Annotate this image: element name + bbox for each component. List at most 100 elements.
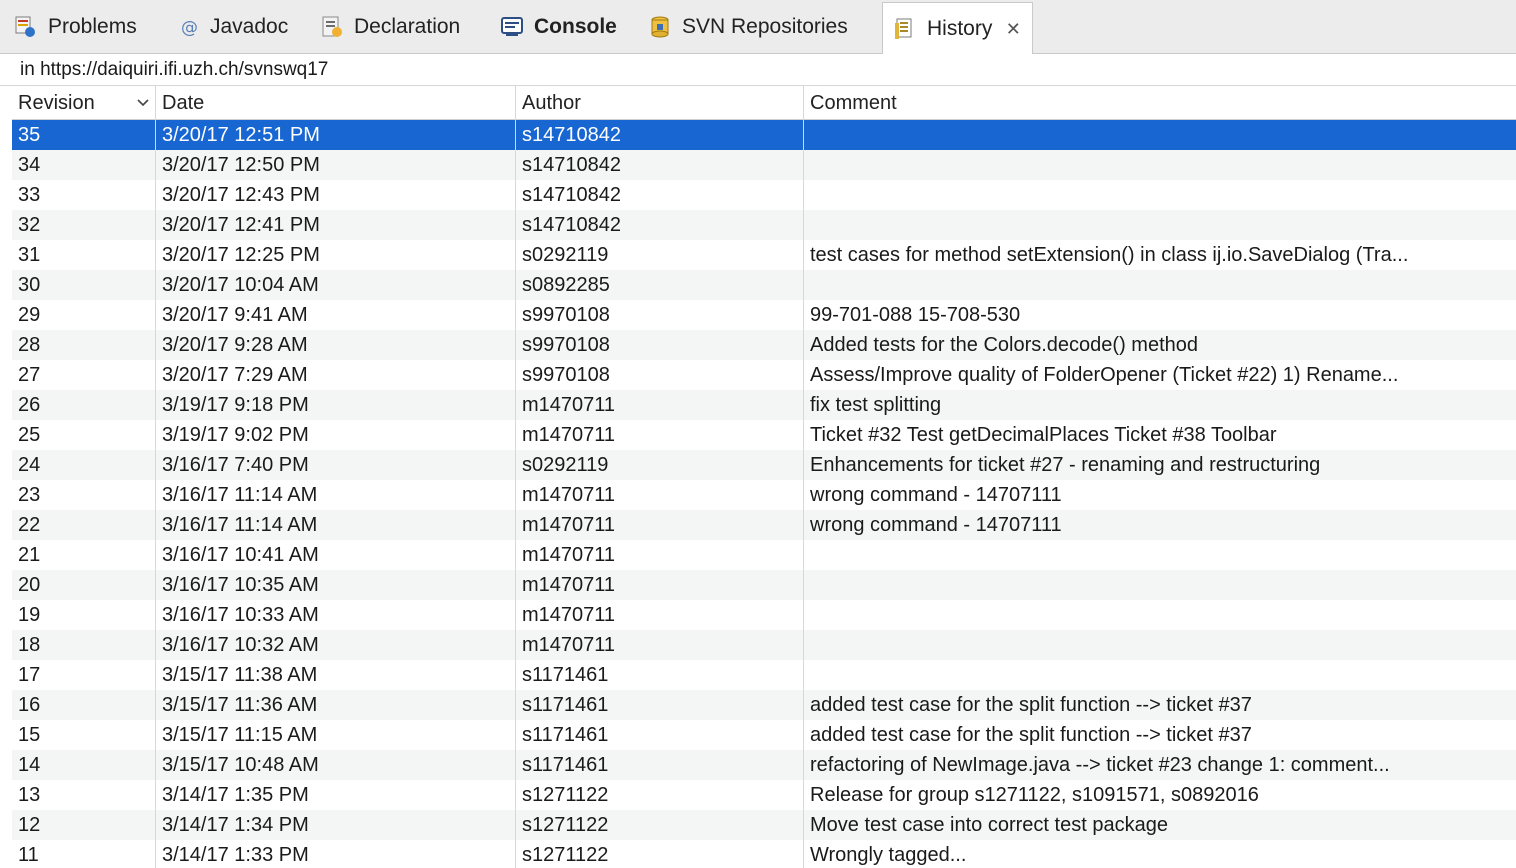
author-cell: s14710842 [516,150,804,180]
comment-cell: fix test splitting [810,394,942,416]
comment-cell [804,660,1516,690]
table-row[interactable]: 28 3/20/17 9:28 AM s9970108 Added tests for… [12,330,1516,360]
date-cell: 3/19/17 9:02 PM [156,420,516,450]
date-cell: 3/16/17 11:14 AM [156,480,516,510]
table-row[interactable]: 30 3/20/17 10:04 AM s0892285 [12,270,1516,300]
column-header-revision[interactable]: Revision [12,86,156,120]
table-row[interactable]: 31 3/20/17 12:25 PM s0292119 test cases for… [12,240,1516,270]
tab-problems[interactable]: Problems [14,8,137,46]
comment-cell: test cases for method setExtension() in … [810,244,1409,266]
revision-cell: 13 [12,780,156,810]
revision-cell: 14 [12,750,156,780]
author-cell: s0292119 [516,450,804,480]
author-cell: s0292119 [516,240,804,270]
date-cell: 3/15/17 11:38 AM [156,660,516,690]
revision-cell: 12 [12,810,156,840]
tab-javadoc[interactable]: @ Javadoc [178,8,288,46]
problems-icon [14,15,38,39]
date-cell: 3/14/17 1:35 PM [156,780,516,810]
author-cell: s1271122 [516,780,804,810]
table-row[interactable]: 23 3/16/17 11:14 AM m1470711 wrong command … [12,480,1516,510]
comment-cell: Move test case into correct test package [810,814,1168,836]
date-cell: 3/20/17 9:28 AM [156,330,516,360]
tab-history-label: History [927,16,993,40]
date-cell: 3/20/17 9:41 AM [156,300,516,330]
repository-location: in https://daiquiri.ifi.uzh.ch/svnswq17 [0,54,1516,86]
table-row[interactable]: 24 3/16/17 7:40 PM s0292119 Enhancements fo… [12,450,1516,480]
comment-cell [804,570,1516,600]
revision-cell: 17 [12,660,156,690]
comment-cell: wrong command - 14707111 [810,514,1062,536]
tab-javadoc-label: Javadoc [210,15,289,38]
table-row[interactable]: 32 3/20/17 12:41 PM s14710842 [12,210,1516,240]
revision-cell: 21 [12,540,156,570]
date-cell: 3/14/17 1:34 PM [156,810,516,840]
author-cell: s1171461 [516,660,804,690]
revision-cell: 32 [12,210,156,240]
close-icon[interactable]: ✕ [1004,20,1022,38]
revision-cell: 23 [12,480,156,510]
svn-repositories-icon [648,15,672,39]
date-cell: 3/16/17 7:40 PM [156,450,516,480]
table-row[interactable]: 27 3/20/17 7:29 AM s9970108 Assess/Improve … [12,360,1516,390]
table-row[interactable]: 16 3/15/17 11:36 AM s1171461 added test cas… [12,690,1516,720]
comment-cell [804,150,1516,180]
table-row[interactable]: 25 3/19/17 9:02 PM m1470711 Ticket #32 Test… [12,420,1516,450]
date-cell: 3/14/17 1:33 PM [156,840,516,868]
author-cell: s14710842 [516,120,804,150]
view-tab-bar: Problems @ Javadoc Declaration Console S… [0,0,1516,54]
tab-console-label: Console [534,15,617,38]
table-row[interactable]: 22 3/16/17 11:14 AM m1470711 wrong command … [12,510,1516,540]
history-table: Revision Date Author Comment 35 3/20/17 1… [12,86,1516,868]
tab-history[interactable]: History ✕ [882,2,1034,54]
table-row[interactable]: 29 3/20/17 9:41 AM s9970108 99-701-088 15-7… [12,300,1516,330]
author-cell: s1171461 [516,690,804,720]
comment-cell [804,180,1516,210]
date-cell: 3/16/17 10:35 AM [156,570,516,600]
tab-svn-repositories[interactable]: SVN Repositories [648,8,848,46]
table-row[interactable]: 34 3/20/17 12:50 PM s14710842 [12,150,1516,180]
table-row[interactable]: 35 3/20/17 12:51 PM s14710842 [12,120,1516,150]
table-row[interactable]: 14 3/15/17 10:48 AM s1171461 refactoring of… [12,750,1516,780]
author-cell: m1470711 [516,390,804,420]
table-row[interactable]: 33 3/20/17 12:43 PM s14710842 [12,180,1516,210]
column-header-author[interactable]: Author [516,86,804,120]
column-header-comment[interactable]: Comment [804,86,1516,120]
revision-cell: 31 [12,240,156,270]
table-row[interactable]: 20 3/16/17 10:35 AM m1470711 [12,570,1516,600]
table-row[interactable]: 26 3/19/17 9:18 PM m1470711 fix test splitt… [12,390,1516,420]
author-cell: s1271122 [516,840,804,868]
date-cell: 3/20/17 12:51 PM [156,120,516,150]
table-row[interactable]: 19 3/16/17 10:33 AM m1470711 [12,600,1516,630]
revision-cell: 27 [12,360,156,390]
comment-cell: Wrongly tagged... [810,844,967,866]
author-cell: m1470711 [516,570,804,600]
table-row[interactable]: 17 3/15/17 11:38 AM s1171461 [12,660,1516,690]
table-row[interactable]: 13 3/14/17 1:35 PM s1271122 Release for gro… [12,780,1516,810]
comment-cell: refactoring of NewImage.java --> ticket … [810,754,1390,776]
author-cell: s1271122 [516,810,804,840]
revision-cell: 22 [12,510,156,540]
column-header-date[interactable]: Date [156,86,516,120]
date-cell: 3/16/17 11:14 AM [156,510,516,540]
table-row[interactable]: 21 3/16/17 10:41 AM m1470711 [12,540,1516,570]
table-row[interactable]: 15 3/15/17 11:15 AM s1171461 added test cas… [12,720,1516,750]
revision-cell: 26 [12,390,156,420]
table-row[interactable]: 12 3/14/17 1:34 PM s1271122 Move test case … [12,810,1516,840]
table-row[interactable]: 11 3/14/17 1:33 PM s1271122 Wrongly tagged.… [12,840,1516,868]
revision-cell: 15 [12,720,156,750]
tab-declaration[interactable]: Declaration [320,8,460,46]
author-cell: m1470711 [516,480,804,510]
comment-cell: Added tests for the Colors.decode() meth… [810,334,1198,356]
table-row[interactable]: 18 3/16/17 10:32 AM m1470711 [12,630,1516,660]
comment-cell [804,600,1516,630]
revision-cell: 18 [12,630,156,660]
table-header: Revision Date Author Comment [12,86,1516,120]
author-cell: s1171461 [516,720,804,750]
date-cell: 3/16/17 10:41 AM [156,540,516,570]
tab-console[interactable]: Console [500,8,617,46]
date-cell: 3/20/17 7:29 AM [156,360,516,390]
comment-cell: added test case for the split function -… [810,694,1252,716]
author-cell: s9970108 [516,330,804,360]
revision-cell: 16 [12,690,156,720]
